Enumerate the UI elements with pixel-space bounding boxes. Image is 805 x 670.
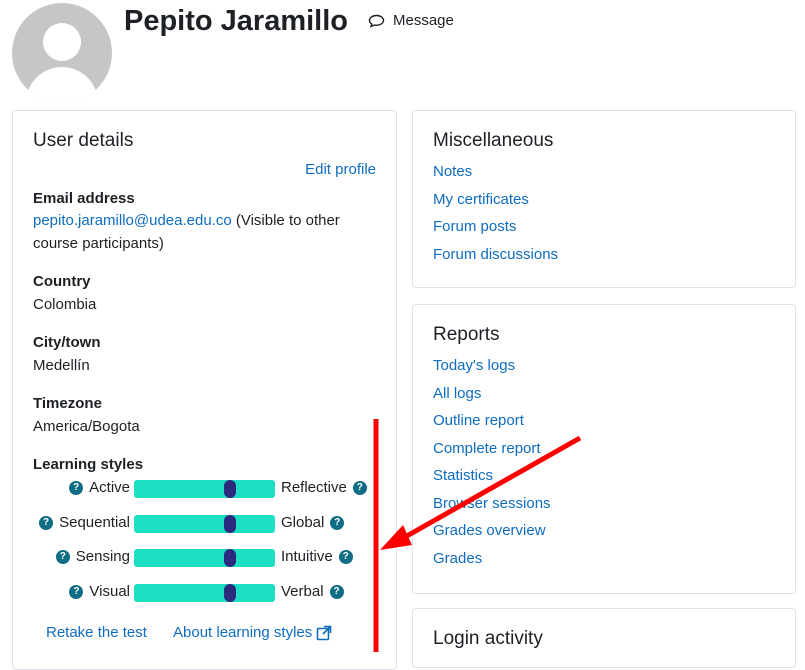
reports-links: Today's logs All logs Outline report Comple… — [433, 356, 551, 576]
avatar — [12, 3, 112, 103]
learning-style-left: ? Sequential — [39, 514, 130, 531]
learning-style-scale — [134, 584, 275, 602]
list-item: My certificates — [433, 190, 558, 218]
learning-style-right: Intuitive? — [281, 548, 353, 565]
city-value: Medellín — [33, 357, 90, 374]
list-item: Outline report — [433, 411, 551, 439]
learning-style-left: ? Visual — [69, 583, 130, 600]
learning-style-row: ? Visual Verbal? — [13, 583, 398, 603]
learning-style-right: Global? — [281, 514, 345, 531]
message-label: Message — [393, 12, 454, 29]
list-item: Today's logs — [433, 356, 551, 384]
miscellaneous-link[interactable]: Forum posts — [433, 218, 516, 235]
miscellaneous-link[interactable]: Forum discussions — [433, 246, 558, 263]
learning-style-marker — [224, 515, 236, 533]
learning-style-left: ? Active — [69, 479, 130, 496]
learning-style-scale — [134, 549, 275, 567]
learning-style-scale — [134, 480, 275, 498]
login-activity-card: Login activity — [412, 608, 796, 668]
user-details-title: User details — [33, 130, 134, 151]
help-icon[interactable]: ? — [69, 480, 84, 495]
country-label: Country — [33, 273, 91, 290]
miscellaneous-title: Miscellaneous — [433, 130, 554, 151]
report-link[interactable]: Grades overview — [433, 522, 546, 539]
timezone-label: Timezone — [33, 395, 102, 412]
help-icon[interactable]: ? — [352, 480, 367, 495]
learning-style-left-label: Sequential — [59, 514, 130, 531]
list-item: Forum discussions — [433, 245, 558, 273]
learning-style-marker — [224, 480, 236, 498]
learning-style-right-label: Global — [281, 514, 325, 531]
help-icon[interactable]: ? — [39, 515, 54, 530]
help-icon[interactable]: ? — [338, 549, 353, 564]
list-item: Complete report — [433, 439, 551, 467]
help-icon[interactable]: ? — [69, 584, 84, 599]
report-link[interactable]: Statistics — [433, 467, 493, 484]
miscellaneous-card: Miscellaneous Notes My certificates Forum … — [412, 110, 796, 288]
about-learning-styles-link[interactable]: About learning styles — [173, 624, 332, 641]
reports-title: Reports — [433, 324, 500, 345]
page-title: Pepito Jaramillo — [124, 5, 349, 37]
learning-style-row: ? Active Reflective? — [13, 479, 398, 499]
list-item: Statistics — [433, 466, 551, 494]
miscellaneous-links: Notes My certificates Forum posts Forum dis… — [433, 162, 558, 272]
help-icon[interactable]: ? — [329, 584, 344, 599]
external-link-icon — [316, 625, 332, 640]
email-link[interactable]: pepito.jaramillo@udea.edu.co — [33, 212, 232, 229]
user-details-card: User details Edit profile Email address … — [12, 110, 397, 670]
list-item: Grades overview — [433, 521, 551, 549]
miscellaneous-link[interactable]: My certificates — [433, 191, 529, 208]
report-link[interactable]: Outline report — [433, 412, 524, 429]
learning-style-left-label: Active — [89, 479, 130, 496]
report-link[interactable]: Grades — [433, 550, 482, 567]
about-learning-styles-label: About learning styles — [173, 624, 313, 641]
report-link[interactable]: Browser sessions — [433, 495, 551, 512]
report-link[interactable]: Today's logs — [433, 357, 515, 374]
list-item: All logs — [433, 384, 551, 412]
learning-style-left-label: Sensing — [75, 548, 130, 565]
timezone-value: America/Bogota — [33, 418, 140, 435]
email-value-block: pepito.jaramillo@udea.edu.co (Visible to… — [33, 209, 363, 255]
email-label: Email address — [33, 190, 135, 207]
report-link[interactable]: All logs — [433, 385, 481, 402]
speech-bubble-icon — [368, 14, 385, 28]
learning-style-right: Verbal? — [281, 583, 344, 600]
report-link[interactable]: Complete report — [433, 440, 541, 457]
list-item: Grades — [433, 549, 551, 577]
help-icon[interactable]: ? — [55, 549, 70, 564]
learning-style-marker — [224, 549, 236, 567]
learning-styles-label: Learning styles — [33, 456, 144, 473]
reports-card: Reports Today's logs All logs Outline repo… — [412, 304, 796, 594]
list-item: Forum posts — [433, 217, 558, 245]
retake-test-link[interactable]: Retake the test — [46, 624, 147, 641]
learning-style-scale — [134, 515, 275, 533]
learning-style-marker — [224, 584, 236, 602]
login-activity-title: Login activity — [433, 628, 543, 649]
country-value: Colombia — [33, 296, 97, 313]
city-label: City/town — [33, 334, 101, 351]
list-item: Browser sessions — [433, 494, 551, 522]
learning-style-left: ? Sensing — [55, 548, 130, 565]
edit-profile-link[interactable]: Edit profile — [305, 161, 376, 178]
learning-style-right-label: Intuitive — [281, 548, 333, 565]
learning-style-right-label: Reflective — [281, 479, 347, 496]
list-item: Notes — [433, 162, 558, 190]
learning-style-right: Reflective? — [281, 479, 367, 496]
message-button[interactable]: Message — [368, 12, 454, 29]
learning-style-row: ? Sensing Intuitive? — [13, 548, 398, 568]
learning-style-right-label: Verbal — [281, 583, 324, 600]
learning-style-row: ? Sequential Global? — [13, 514, 398, 534]
miscellaneous-link[interactable]: Notes — [433, 163, 472, 180]
help-icon[interactable]: ? — [330, 515, 345, 530]
learning-style-left-label: Visual — [89, 583, 130, 600]
